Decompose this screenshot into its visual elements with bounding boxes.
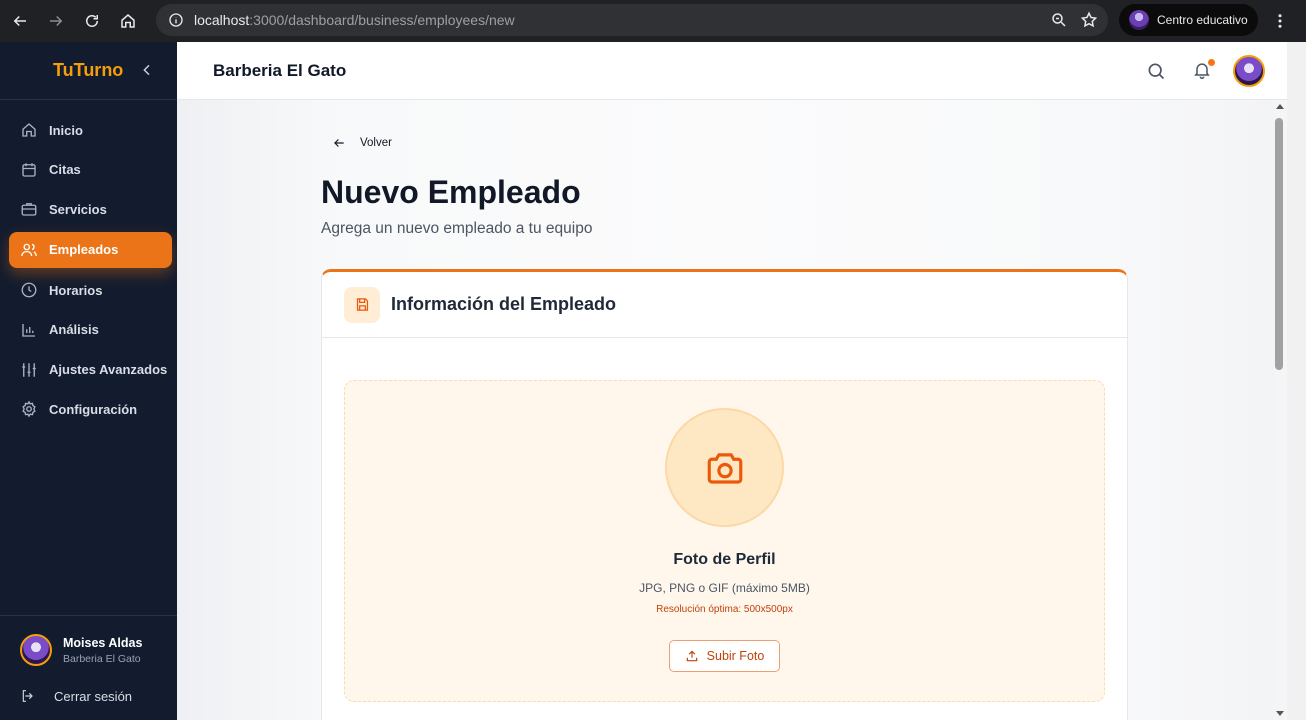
employee-info-card: Información del Empleado Foto de Perfil … [321, 269, 1128, 720]
sidebar-item-ajustes-avanzados[interactable]: Ajustes Avanzados [9, 353, 172, 387]
user-name: Moises Aldas [63, 635, 143, 650]
sidebar-item-servicios[interactable]: Servicios [9, 192, 172, 226]
star-icon[interactable] [1080, 11, 1098, 29]
brand-header: TuTurno [0, 42, 177, 100]
upload-photo-button[interactable]: Subir Foto [669, 640, 780, 672]
more-vert-icon[interactable] [1270, 9, 1290, 33]
card-title: Información del Empleado [391, 294, 617, 314]
photo-title: Foto de Perfil [673, 551, 776, 568]
page-title: Nuevo Empleado [321, 174, 581, 210]
home-browser-icon[interactable] [110, 3, 146, 39]
user-business: Barberia El Gato [63, 652, 141, 665]
sidebar-item-label: Servicios [49, 201, 107, 217]
scroll-down-icon[interactable] [1276, 711, 1284, 716]
bar-chart-icon [22, 323, 35, 337]
logout-icon [22, 690, 33, 702]
sidebar-item-label: Citas [49, 162, 81, 178]
profile-avatar [1129, 10, 1149, 30]
upload-icon [686, 650, 697, 662]
save-icon [344, 286, 380, 323]
users-icon [21, 243, 37, 256]
forward-arrow-icon[interactable] [38, 3, 74, 39]
arrow-left-icon [334, 139, 344, 147]
back-link[interactable]: Volver [332, 136, 392, 150]
sidebar-menu: Inicio Citas Servicios Empleados Horario… [0, 100, 177, 426]
sidebar-item-configuracion[interactable]: Configuración [9, 392, 172, 426]
photo-resolution: Resolución óptima: 500x500px [656, 604, 793, 615]
scrollbar-thumb[interactable] [1275, 118, 1283, 370]
browser-profile-button[interactable]: Centro educativo [1119, 4, 1258, 36]
sidebar-item-empleados[interactable]: Empleados [9, 231, 172, 268]
upload-button-label: Subir Foto [706, 649, 765, 663]
clock-icon [21, 282, 37, 298]
back-arrow-icon[interactable] [2, 3, 38, 39]
url-host: localhost [194, 12, 250, 28]
sidebar-item-label: Análisis [49, 322, 99, 338]
sidebar: TuTurno Inicio Citas Servicios Empleados… [0, 42, 177, 720]
photo-upload-area[interactable]: Foto de Perfil JPG, PNG o GIF (máximo 5M… [344, 380, 1105, 702]
main-content: Volver Nuevo Empleado Agrega un nuevo em… [177, 100, 1274, 720]
home-icon [22, 123, 36, 137]
briefcase-icon [21, 203, 37, 216]
back-label: Volver [360, 137, 392, 149]
sidebar-item-inicio[interactable]: Inicio [9, 113, 172, 147]
logout-button[interactable]: Cerrar sesión [20, 688, 177, 704]
sidebar-user: Moises Aldas Barberia El Gato Cerrar ses… [0, 615, 177, 720]
logout-label: Cerrar sesión [54, 688, 133, 704]
brand-logo[interactable]: TuTurno [53, 60, 123, 81]
url-text: localhost:3000/dashboard/business/employ… [194, 12, 515, 28]
page-scrollbar[interactable] [1287, 42, 1306, 720]
scroll-up-icon[interactable] [1276, 104, 1284, 109]
search-icon[interactable] [1146, 61, 1166, 81]
sliders-icon [22, 362, 36, 377]
sidebar-item-label: Inicio [49, 122, 83, 138]
address-bar[interactable]: localhost:3000/dashboard/business/employ… [156, 4, 1108, 36]
user-profile[interactable]: Moises Aldas Barberia El Gato [20, 634, 177, 666]
sidebar-item-horarios[interactable]: Horarios [9, 273, 172, 307]
sidebar-item-label: Configuración [49, 401, 138, 417]
avatar [20, 634, 52, 666]
page-subtitle: Agrega un nuevo empleado a tu equipo [321, 220, 593, 237]
photo-formats: JPG, PNG o GIF (máximo 5MB) [639, 581, 810, 595]
site-info-icon[interactable] [168, 12, 184, 28]
camera-icon[interactable] [665, 408, 784, 527]
profile-label: Centro educativo [1157, 13, 1248, 27]
sidebar-item-label: Ajustes Avanzados [49, 362, 168, 378]
sidebar-item-label: Empleados [49, 242, 119, 258]
sidebar-item-analisis[interactable]: Análisis [9, 313, 172, 347]
card-header: Información del Empleado [322, 272, 1127, 338]
notification-dot [1208, 59, 1215, 66]
calendar-icon [22, 162, 36, 177]
sidebar-item-citas[interactable]: Citas [9, 153, 172, 187]
sidebar-item-label: Horarios [49, 282, 103, 298]
browser-toolbar: localhost:3000/dashboard/business/employ… [0, 0, 1306, 42]
zoom-icon[interactable] [1050, 11, 1068, 29]
chevron-left-icon[interactable] [139, 62, 155, 78]
header-avatar[interactable] [1233, 55, 1265, 87]
url-path: :3000/dashboard/business/employees/new [249, 12, 515, 28]
top-bar: Barberia El Gato [177, 42, 1287, 100]
reload-icon[interactable] [74, 3, 110, 39]
gear-icon [22, 400, 36, 418]
business-title: Barberia El Gato [213, 61, 347, 80]
